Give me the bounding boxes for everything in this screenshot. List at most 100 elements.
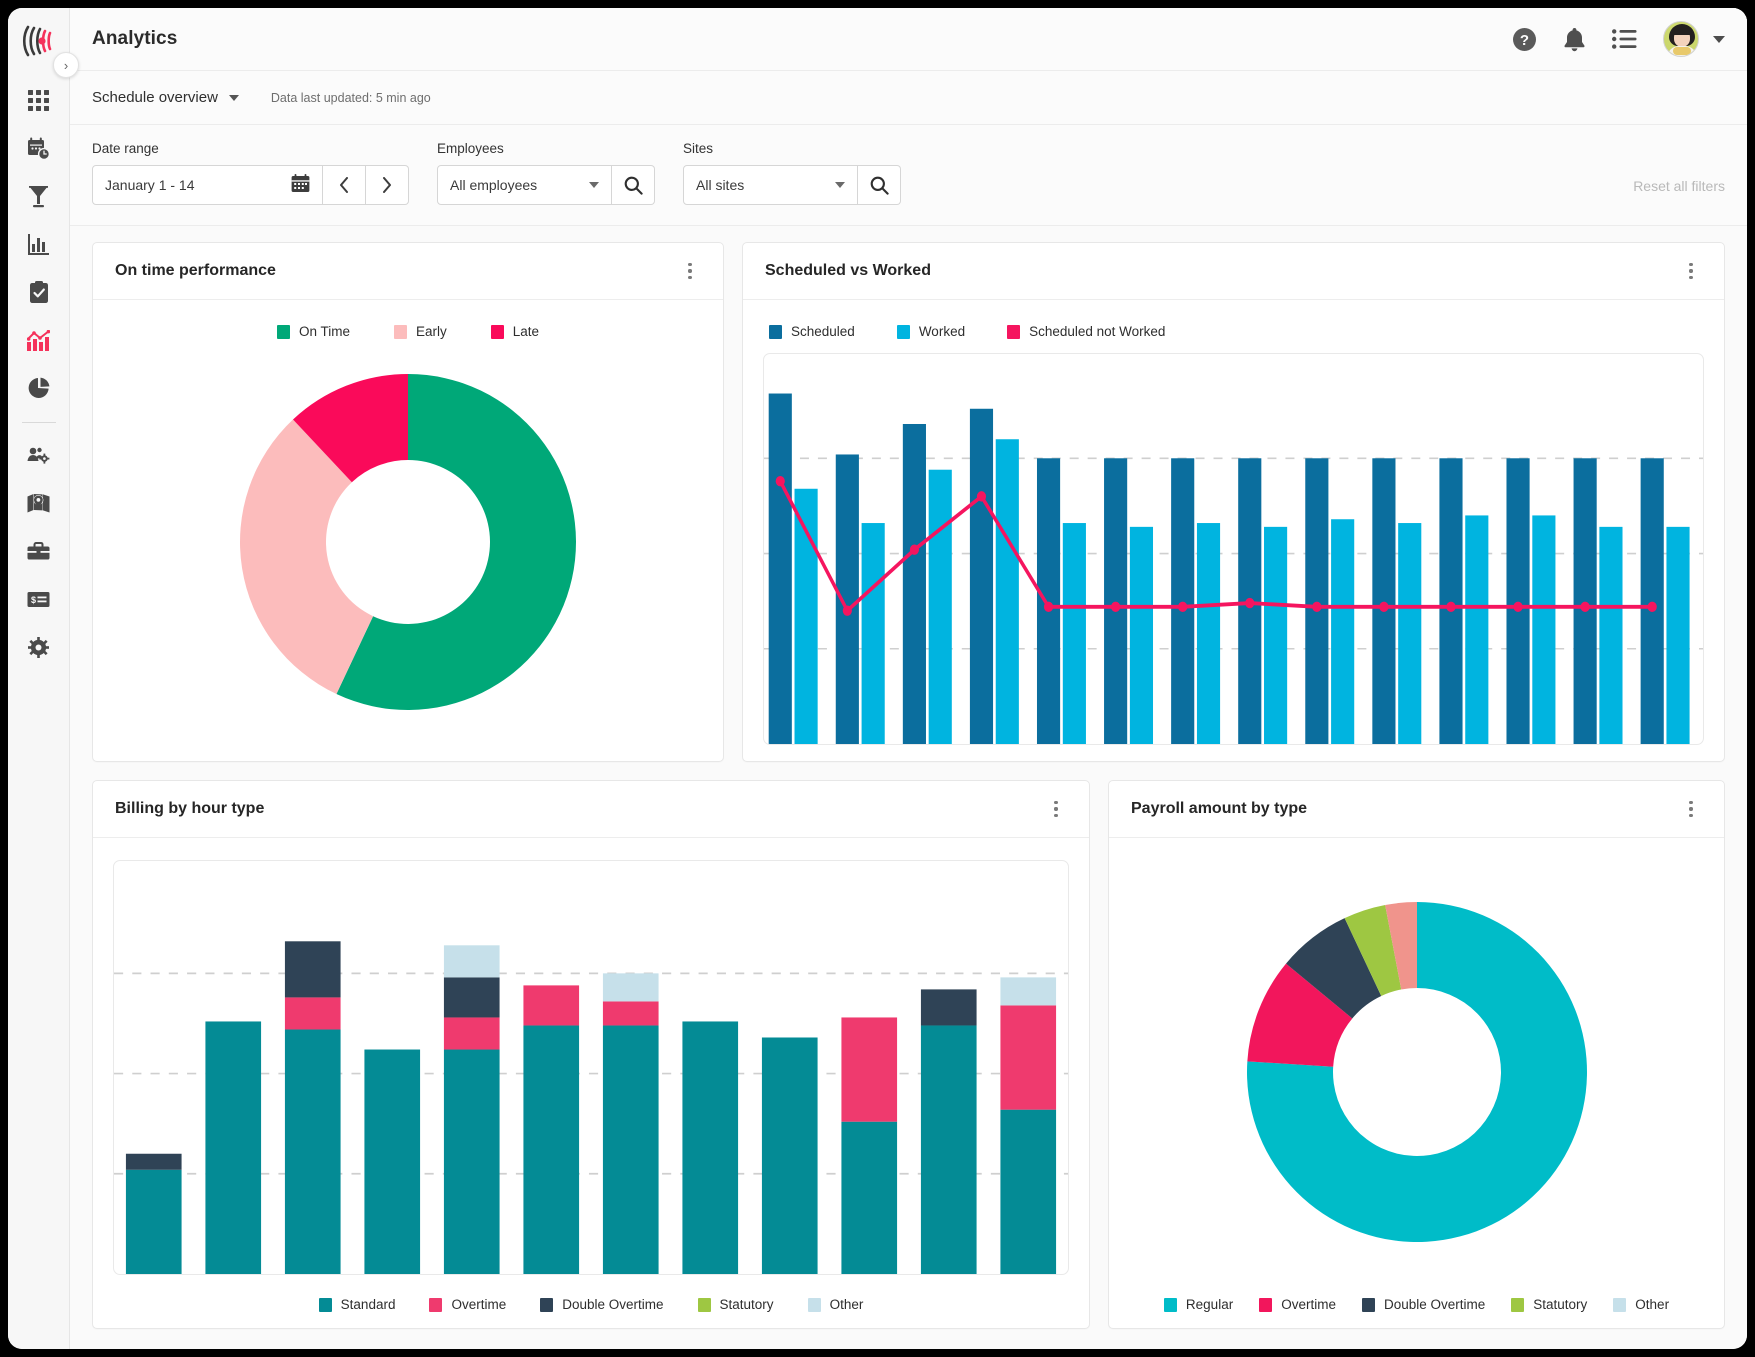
billing-plot[interactable] — [113, 860, 1069, 1275]
reset-all-filters-button[interactable]: Reset all filters — [1633, 178, 1725, 205]
sidebar-divider — [22, 422, 56, 423]
legend-swatch — [1511, 1298, 1524, 1312]
legend-item-late[interactable]: Late — [491, 324, 539, 339]
legend-item-regular[interactable]: Regular — [1164, 1297, 1233, 1312]
schedule-overview-dropdown[interactable]: Schedule overview — [92, 89, 239, 106]
legend-item-early[interactable]: Early — [394, 324, 447, 339]
legend-item-statutory[interactable]: Statutory — [1511, 1297, 1587, 1312]
sites-select[interactable]: All sites — [683, 165, 858, 205]
app-logo-icon[interactable] — [17, 18, 61, 64]
card-scheduled-vs-worked: Scheduled vs Worked Scheduled Worked Sch… — [742, 242, 1725, 762]
header-actions: ? — [1512, 21, 1725, 57]
legend-swatch — [808, 1298, 821, 1312]
sidebar-item-filters[interactable] — [16, 172, 62, 220]
card-payroll-amount-by-type: Payroll amount by type Regular Overtime … — [1108, 780, 1725, 1329]
legend-label: Late — [513, 324, 539, 339]
card-billing-by-hour-type: Billing by hour type Standard Overtime D… — [92, 780, 1090, 1329]
kebab-menu-icon[interactable] — [1680, 798, 1702, 820]
chevron-right-icon — [382, 177, 392, 193]
date-range-prev-button[interactable] — [323, 165, 366, 205]
card-header: Payroll amount by type — [1109, 781, 1724, 838]
sites-search-button[interactable] — [858, 165, 901, 205]
app-window: › — [8, 8, 1747, 1349]
people-gear-icon — [27, 446, 50, 465]
calendar-icon[interactable] — [291, 174, 310, 196]
card-title: Scheduled vs Worked — [765, 262, 931, 280]
sidebar-item-payroll[interactable]: $ — [16, 575, 62, 623]
help-icon[interactable]: ? — [1512, 27, 1537, 52]
bar-chart-icon — [28, 234, 49, 255]
legend-swatch — [491, 325, 504, 339]
sidebar-item-analytics[interactable] — [16, 316, 62, 364]
scheduled-worked-plot[interactable] — [763, 353, 1704, 745]
legend-item-double-overtime[interactable]: Double Overtime — [540, 1297, 663, 1312]
chevron-down-icon — [229, 95, 239, 101]
legend-label: Double Overtime — [562, 1297, 663, 1312]
sidebar-item-sites[interactable] — [16, 479, 62, 527]
legend-swatch — [897, 325, 910, 339]
sites-filter: Sites All sites — [683, 141, 901, 205]
date-range-filter: Date range January 1 - 14 — [92, 141, 409, 205]
legend-item-scheduled[interactable]: Scheduled — [769, 324, 855, 339]
legend-label: Other — [830, 1297, 864, 1312]
sidebar-item-insights[interactable] — [16, 364, 62, 412]
legend-item-overtime[interactable]: Overtime — [1259, 1297, 1336, 1312]
card-body: Regular Overtime Double Overtime Statuto… — [1109, 838, 1724, 1328]
legend-item-overtime[interactable]: Overtime — [429, 1297, 506, 1312]
schedule-overview-label: Schedule overview — [92, 89, 218, 106]
list-menu-icon[interactable] — [1612, 29, 1637, 49]
card-on-time-performance: On time performance On Time Early Late — [92, 242, 724, 762]
legend-item-on-time[interactable]: On Time — [277, 324, 350, 339]
kebab-menu-icon[interactable] — [1680, 260, 1702, 282]
svg-text:$: $ — [31, 595, 36, 605]
legend-item-scheduled-not-worked[interactable]: Scheduled not Worked — [1007, 324, 1165, 339]
avatar[interactable] — [1663, 21, 1699, 57]
legend-swatch — [394, 325, 407, 339]
main-area: Analytics ? — [70, 8, 1747, 1349]
legend-item-standard[interactable]: Standard — [319, 1297, 396, 1312]
briefcase-icon — [27, 542, 50, 561]
legend-swatch — [769, 325, 782, 339]
legend-item-other[interactable]: Other — [808, 1297, 864, 1312]
legend-item-double-overtime[interactable]: Double Overtime — [1362, 1297, 1485, 1312]
sidebar-item-schedule[interactable] — [16, 124, 62, 172]
sidebar-item-jobs[interactable] — [16, 527, 62, 575]
legend-swatch — [540, 1298, 553, 1312]
notifications-bell-icon[interactable] — [1563, 27, 1586, 52]
sub-header-bar: Schedule overview Data last updated: 5 m… — [70, 71, 1747, 125]
employees-selected-value: All employees — [450, 177, 589, 193]
sidebar-expand-button[interactable]: › — [53, 52, 79, 78]
kebab-menu-icon[interactable] — [1045, 798, 1067, 820]
legend-swatch — [1362, 1298, 1375, 1312]
donut-svg[interactable] — [224, 358, 592, 726]
date-range-value: January 1 - 14 — [105, 177, 283, 193]
pie-chart-icon — [28, 377, 50, 399]
kebab-menu-icon[interactable] — [679, 260, 701, 282]
sidebar-item-people[interactable] — [16, 431, 62, 479]
legend-item-worked[interactable]: Worked — [897, 324, 965, 339]
sidebar-item-settings[interactable] — [16, 623, 62, 671]
legend-item-other[interactable]: Other — [1613, 1297, 1669, 1312]
sidebar-item-reports[interactable] — [16, 220, 62, 268]
card-body: Scheduled Worked Scheduled not Worked — [743, 300, 1724, 761]
legend-label: Overtime — [1281, 1297, 1336, 1312]
grid-apps-icon — [28, 90, 49, 111]
account-chevron-down-icon[interactable] — [1713, 36, 1725, 43]
left-sidebar: › — [8, 8, 70, 1349]
card-body: On Time Early Late — [93, 300, 723, 761]
card-body: Standard Overtime Double Overtime Statut… — [93, 838, 1089, 1328]
dashboard-content: On time performance On Time Early Late — [70, 226, 1747, 1349]
date-range-next-button[interactable] — [366, 165, 409, 205]
chevron-down-icon — [589, 182, 599, 188]
billing-legend: Standard Overtime Double Overtime Statut… — [113, 1297, 1069, 1312]
scheduled-worked-svg — [764, 354, 1703, 744]
legend-item-statutory[interactable]: Statutory — [698, 1297, 774, 1312]
sites-label: Sites — [683, 141, 901, 156]
sidebar-item-dashboard[interactable] — [16, 76, 62, 124]
sidebar-item-tasks[interactable] — [16, 268, 62, 316]
donut-svg[interactable] — [1231, 886, 1603, 1258]
employees-select[interactable]: All employees — [437, 165, 612, 205]
employees-search-button[interactable] — [612, 165, 655, 205]
date-range-input[interactable]: January 1 - 14 — [92, 165, 323, 205]
chevron-left-icon — [339, 177, 349, 193]
